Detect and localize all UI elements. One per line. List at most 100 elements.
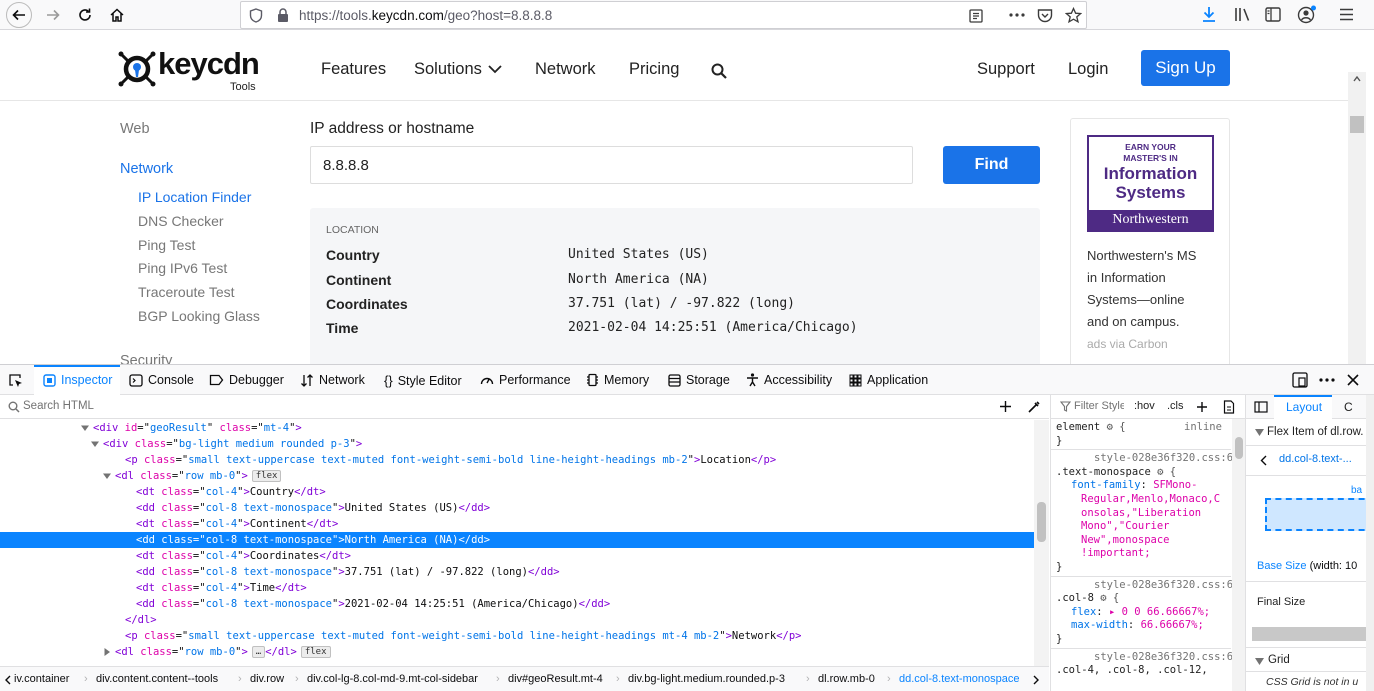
breadcrumb-item[interactable]: div#geoResult.mt-4 (508, 673, 603, 685)
tab-layout[interactable]: Layout (1286, 400, 1322, 414)
nav-network[interactable]: Network (535, 60, 596, 79)
markup-node[interactable]: <dd class="col-8 text-monospace">2021-02… (0, 596, 1034, 612)
markup-scrollbar[interactable] (1034, 420, 1049, 670)
rules-scrollbar-thumb[interactable] (1235, 437, 1243, 459)
collapse-arrow-icon[interactable] (103, 648, 111, 656)
tab-memory[interactable]: Memory (586, 373, 649, 387)
markup-node[interactable]: <dt class="col-4">Continent</dt> (0, 516, 1034, 532)
breadcrumb-item[interactable]: div.row (250, 673, 284, 685)
breadcrumb-item[interactable]: div.col-lg-8.col-md-9.mt-col-sidebar (307, 673, 478, 685)
tab-computed[interactable]: C (1344, 400, 1353, 414)
url-bar[interactable]: https://tools.keycdn.com/geo?host=8.8.8.… (240, 1, 1087, 29)
element-picker-icon[interactable] (8, 373, 23, 388)
expand-arrow-icon[interactable] (103, 472, 111, 480)
flex-item-selector[interactable]: dd.col-8.text-... (1279, 453, 1352, 465)
hamburger-menu-icon[interactable] (1339, 8, 1354, 21)
more-actions-icon[interactable] (1009, 13, 1025, 17)
markup-node[interactable]: <dd class="col-8 text-monospace">United … (0, 500, 1034, 516)
nav-solutions[interactable]: Solutions (414, 60, 482, 79)
nav-pricing[interactable]: Pricing (629, 60, 679, 79)
account-icon[interactable] (1297, 5, 1317, 24)
rule-declaration[interactable]: max-width: 66.66667%; (1071, 619, 1204, 631)
hov-toggle[interactable]: :hov (1134, 400, 1155, 412)
tab-application[interactable]: Application (849, 373, 928, 387)
page-scrollbar-thumb[interactable] (1350, 116, 1364, 133)
tab-inspector[interactable]: Inspector (43, 373, 112, 387)
markup-scrollbar-thumb[interactable] (1037, 502, 1046, 542)
chevron-down-icon[interactable] (488, 65, 502, 74)
carbon-ad[interactable]: EARN YOUR MASTER'S IN Information System… (1070, 118, 1230, 364)
ip-hostname-input[interactable]: 8.8.8.8 (310, 146, 913, 184)
expand-arrow-icon[interactable] (81, 424, 89, 432)
rule-source[interactable]: style-028e36f320.css:6 (1094, 651, 1233, 663)
rule-source[interactable]: style-028e36f320.css:6 (1094, 579, 1233, 591)
cls-toggle[interactable]: .cls (1167, 400, 1184, 412)
markup-node[interactable]: <dl class="row mb-0">… </dl> flex (0, 644, 1034, 660)
eyedropper-icon[interactable] (1027, 400, 1041, 414)
downloads-icon[interactable] (1201, 6, 1217, 23)
tab-network[interactable]: Network (300, 373, 365, 387)
tab-debugger[interactable]: Debugger (209, 373, 284, 387)
rules-scrollbar[interactable] (1232, 419, 1245, 691)
rule-declaration[interactable]: font-family: SFMono- (1071, 479, 1197, 491)
markup-node[interactable]: <dd class="col-8 text-monospace">37.751 … (0, 564, 1034, 580)
home-button[interactable] (104, 2, 130, 28)
expand-arrow-icon[interactable] (91, 440, 99, 448)
gear-icon[interactable]: ⚙ { (1094, 592, 1119, 604)
sidebar-network[interactable]: Network (120, 161, 173, 177)
breadcrumb-item[interactable]: div.content.content--tools (96, 673, 218, 685)
back-chevron-icon[interactable] (1260, 455, 1267, 466)
devtools-options-icon[interactable] (1319, 378, 1335, 382)
flex-badge[interactable]: flex (251, 470, 282, 482)
markup-node[interactable]: <p class="small text-uppercase text-mute… (0, 628, 1034, 644)
sidebar-item-dns-checker[interactable]: DNS Checker (138, 213, 224, 229)
chevron-right-icon[interactable] (1033, 675, 1039, 685)
ads-via-carbon-link[interactable]: ads via Carbon (1087, 337, 1168, 351)
rules-body[interactable]: element ⚙ {inline} style-028e36f320.css:6… (1051, 419, 1233, 691)
filter-styles-input[interactable]: Filter Styles (1074, 400, 1124, 412)
pocket-icon[interactable] (1037, 8, 1053, 23)
chevron-left-icon[interactable] (5, 675, 11, 685)
sidebar-item-ping-ipv6-test[interactable]: Ping IPv6 Test (138, 260, 227, 276)
add-rule-icon[interactable] (1196, 401, 1208, 413)
scroll-up-icon[interactable] (1353, 76, 1361, 82)
search-icon[interactable] (711, 63, 727, 79)
bookmark-star-icon[interactable] (1065, 7, 1082, 24)
tab-accessibility[interactable]: Accessibility (746, 373, 832, 387)
search-html-input[interactable]: Search HTML (23, 400, 94, 412)
tab-performance[interactable]: Performance (480, 373, 571, 387)
nav-support[interactable]: Support (977, 60, 1035, 79)
sidebar-item-ping-test[interactable]: Ping Test (138, 237, 195, 253)
reload-button[interactable] (72, 2, 98, 28)
markup-node[interactable]: <p class="small text-uppercase text-mute… (0, 452, 1034, 468)
page-scrollbar[interactable] (1348, 72, 1366, 364)
markup-node[interactable]: <div class="bg-light medium rounded p-3"… (0, 436, 1034, 452)
markup-node[interactable]: <dt class="col-4">Time</dt> (0, 580, 1034, 596)
toggle-pane-icon[interactable] (1254, 401, 1268, 413)
sidebar-item-traceroute-test[interactable]: Traceroute Test (138, 284, 235, 300)
library-icon[interactable] (1234, 7, 1251, 22)
northwestern-ad-image[interactable]: EARN YOUR MASTER'S IN Information System… (1087, 135, 1214, 232)
tab-storage[interactable]: Storage (668, 373, 730, 387)
gear-icon[interactable]: ⚙ { (1100, 421, 1126, 433)
markup-node[interactable]: </dl> (0, 612, 1034, 628)
expand-triangle-icon[interactable] (1255, 429, 1264, 436)
rule-source[interactable]: inline (1184, 421, 1222, 433)
sidebar-item-ip-location-finder[interactable]: IP Location Finder (138, 189, 251, 205)
breadcrumb-item[interactable]: div.bg-light.medium.rounded.p-3 (628, 673, 785, 685)
lock-icon[interactable] (277, 8, 289, 23)
forward-button[interactable] (40, 2, 66, 28)
nav-features[interactable]: Features (321, 60, 386, 79)
print-media-icon[interactable] (1223, 400, 1235, 414)
markup-node[interactable]: <div id="geoResult" class="mt-4"> (0, 420, 1034, 436)
back-button[interactable] (6, 2, 32, 28)
shield-icon[interactable] (249, 8, 263, 23)
responsive-design-icon[interactable] (1292, 372, 1308, 388)
nav-login[interactable]: Login (1068, 60, 1108, 79)
markup-node-selected[interactable]: <dd class="col-8 text-monospace">North A… (0, 532, 1034, 548)
sidebar-web[interactable]: Web (120, 121, 150, 137)
sidebar-item-bgp-looking-glass[interactable]: BGP Looking Glass (138, 308, 260, 324)
expand-triangle-icon[interactable] (1255, 658, 1264, 665)
layout-horizontal-scrollbar[interactable] (1252, 627, 1366, 641)
sign-up-button[interactable]: Sign Up (1141, 50, 1230, 86)
